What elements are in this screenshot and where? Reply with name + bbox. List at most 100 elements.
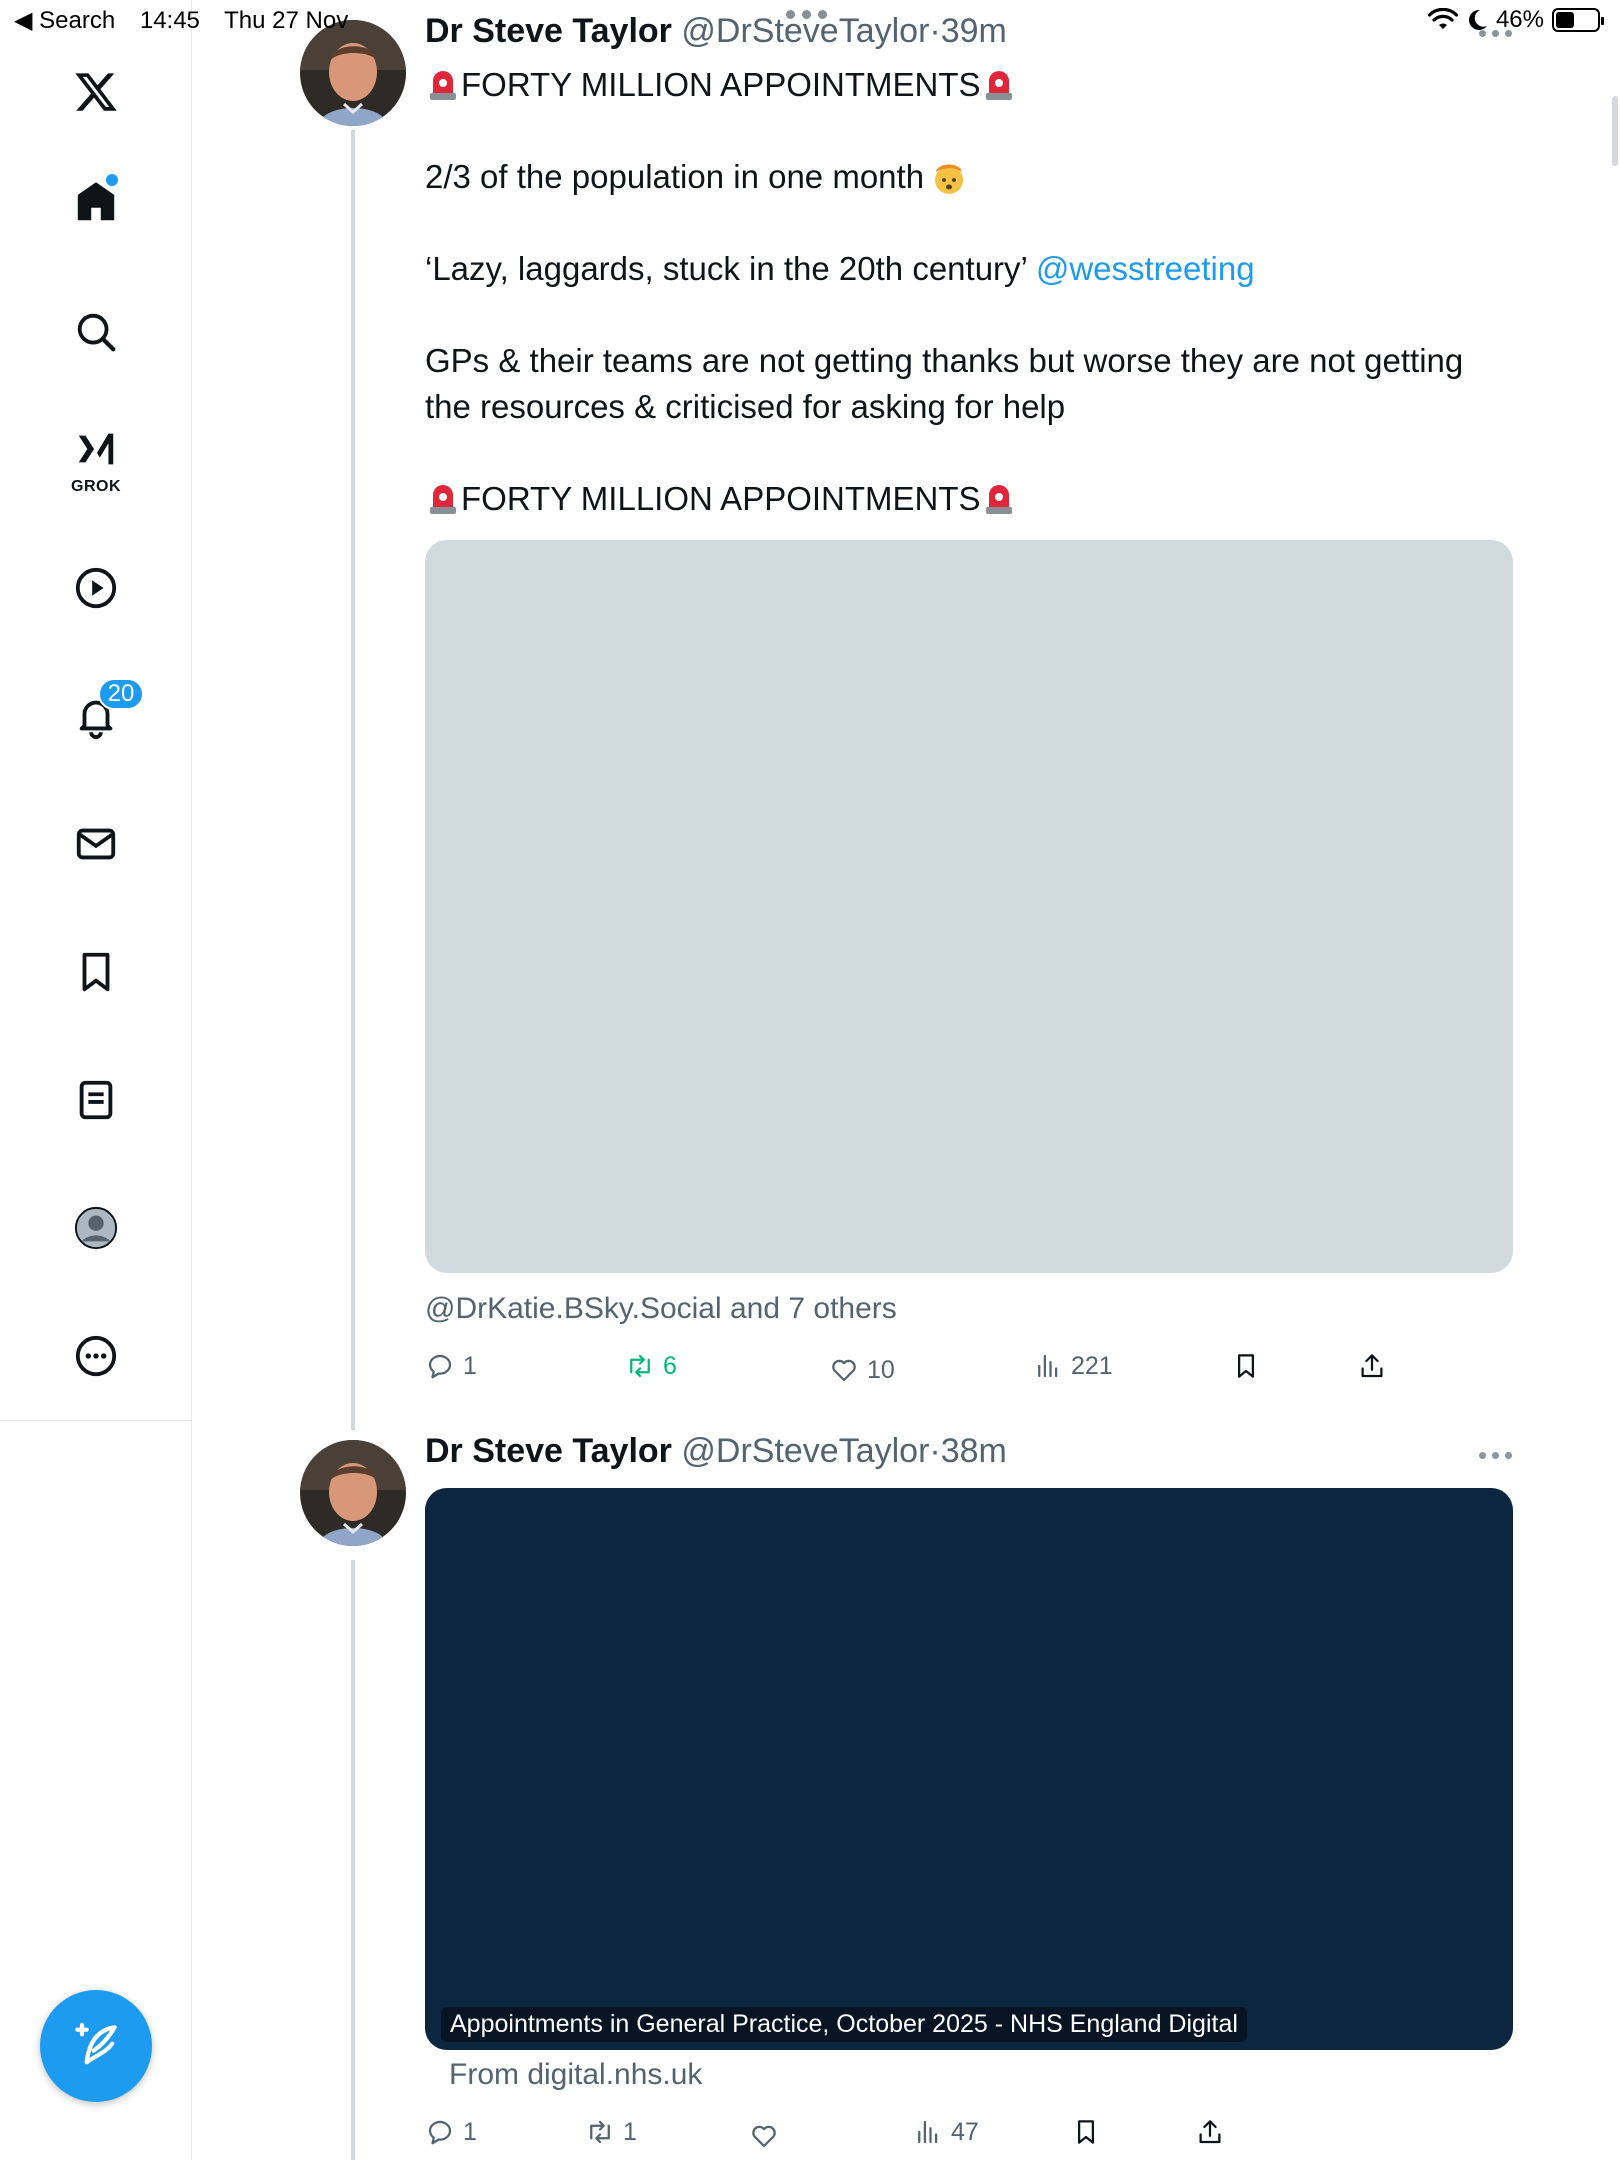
grok-label: GROK [71, 478, 121, 495]
repost-icon [630, 1354, 650, 1378]
views-button[interactable]: 221 [1033, 1346, 1113, 1386]
scroll-indicator[interactable] [1612, 96, 1618, 166]
share-icon [1361, 1354, 1383, 1378]
play-icon [75, 567, 117, 609]
views-button[interactable]: 47 [913, 2112, 979, 2152]
tweet-line: FORTY MILLION APPOINTMENTS [425, 62, 1525, 108]
sidebar-item-search[interactable] [56, 292, 136, 372]
repost-button[interactable]: 6 [625, 1346, 677, 1386]
sidebar-item-articles[interactable] [56, 1060, 136, 1140]
sidebar-divider [0, 1420, 192, 1421]
status-time: 14:45 [139, 7, 200, 34]
status-right: 46% [1427, 6, 1604, 34]
tweet-body: FORTY MILLION APPOINTMENTS 2/3 of the po… [425, 62, 1525, 522]
avatar-icon [74, 1206, 118, 1250]
sidebar-item-notifications[interactable]: 20 [56, 676, 144, 756]
multitasking-dots[interactable] [786, 10, 827, 19]
bookmark-icon [1078, 2120, 1094, 2144]
battery-percent: 46% [1495, 6, 1544, 33]
sidebar-item-video[interactable] [56, 548, 136, 628]
tweet-text-line1: FORTY MILLION APPOINTMENTS [461, 66, 981, 103]
view-count: 221 [1071, 1351, 1113, 1380]
status-date: Thu 27 Nov [224, 7, 349, 34]
reply-icon [428, 2120, 452, 2145]
bookmark-button[interactable] [1071, 2112, 1101, 2152]
view-count: 47 [951, 2117, 979, 2146]
thread-connector [351, 130, 355, 1430]
grok-icon [78, 433, 114, 465]
tweet-text-line2: 2/3 of the population in one month [425, 158, 925, 195]
siren-emoji-icon [430, 71, 456, 100]
reply-icon [428, 1354, 452, 1379]
views-chart-icon [1038, 1354, 1058, 1378]
mail-icon [76, 828, 116, 860]
tweet-media-image[interactable] [425, 540, 1513, 1273]
siren-emoji-icon [430, 485, 456, 514]
link-card[interactable]: Appointments in General Practice, Octobe… [425, 1488, 1513, 2050]
sidebar-item-grok[interactable]: GROK [56, 418, 136, 498]
status-bar: ◀ Search 14:45 Thu 27 Nov 46% [0, 0, 1620, 40]
sidebar-item-more[interactable] [56, 1316, 136, 1396]
article-icon [79, 1080, 113, 1120]
views-chart-icon [918, 2120, 938, 2144]
share-button[interactable] [1357, 1346, 1387, 1386]
sidebar-item-home[interactable] [56, 162, 136, 242]
compose-post-icon [75, 2022, 117, 2065]
tweet-line: ‘Lazy, laggards, stuck in the 20th centu… [425, 246, 1525, 292]
bookmark-icon [1238, 1354, 1254, 1378]
tweet-text-line4b: the resources & criticised for asking fo… [425, 388, 1066, 425]
back-to-search-link[interactable]: ◀ Search [14, 7, 115, 34]
thread-connector [351, 1560, 355, 2160]
sidebar-item-bookmarks[interactable] [56, 932, 136, 1012]
tagged-users-link[interactable]: @DrKatie.BSky.Social and 7 others [425, 1292, 897, 1326]
mention-link[interactable]: @wesstreeting [1036, 250, 1255, 287]
exploding-head-emoji-icon [935, 164, 964, 194]
share-icon [1199, 2120, 1221, 2144]
search-icon [77, 313, 116, 352]
share-button[interactable] [1195, 2112, 1225, 2152]
bookmark-button[interactable] [1231, 1346, 1261, 1386]
reply-count: 1 [463, 2117, 477, 2146]
heart-icon [832, 1359, 856, 1382]
tweet-text-line3: ‘Lazy, laggards, stuck in the 20th centu… [425, 250, 1036, 287]
repost-button[interactable]: 1 [585, 2112, 637, 2152]
compose-post-button[interactable] [40, 1990, 152, 2102]
reply-button[interactable]: 1 [425, 2112, 477, 2152]
sidebar-item-profile[interactable] [56, 1188, 136, 1268]
wifi-icon [1427, 8, 1458, 29]
repost-icon [590, 2120, 610, 2144]
tweet-text-line4a: GPs & their teams are not getting thanks… [425, 342, 1464, 379]
author-handle[interactable]: @DrSteveTaylor [681, 1432, 929, 1470]
tweet-header: Dr Steve Taylor @DrSteveTaylor·38m [425, 1432, 1007, 1471]
tweet-text-line5: FORTY MILLION APPOINTMENTS [461, 480, 981, 517]
author-name[interactable]: Dr Steve Taylor [425, 1432, 672, 1470]
tweet-more-button[interactable] [1479, 1452, 1512, 1459]
author-avatar[interactable] [300, 1440, 406, 1546]
battery-icon [1552, 8, 1604, 32]
x-logo-icon[interactable] [56, 52, 136, 132]
notification-badge: 20 [98, 678, 144, 710]
sidebar-item-messages[interactable] [56, 804, 136, 884]
unread-dot [106, 174, 118, 186]
reply-count: 1 [463, 1351, 477, 1380]
repost-count: 1 [623, 2117, 637, 2146]
siren-emoji-icon [985, 485, 1012, 514]
tweet-line: 2/3 of the population in one month [425, 154, 1525, 200]
header-separator: · [929, 1432, 941, 1470]
like-count: 10 [867, 1355, 895, 1384]
heart-icon [752, 2125, 776, 2148]
reply-button[interactable]: 1 [425, 1346, 477, 1386]
repost-count: 6 [663, 1351, 677, 1380]
tweet-line: FORTY MILLION APPOINTMENTS [425, 476, 1525, 522]
like-button[interactable]: 10 [829, 1350, 895, 1390]
more-icon [75, 1335, 117, 1377]
like-button[interactable] [749, 2116, 787, 2156]
siren-emoji-icon [985, 71, 1012, 100]
link-card-source[interactable]: From digital.nhs.uk [449, 2058, 702, 2092]
bookmark-icon [82, 952, 110, 992]
sidebar: GROK 20 [0, 0, 192, 2160]
moon-icon [1468, 9, 1487, 30]
battery-fill [1556, 12, 1574, 28]
status-left: ◀ Search 14:45 Thu 27 Nov [14, 6, 366, 35]
tweet-time[interactable]: 38m [941, 1432, 1007, 1470]
